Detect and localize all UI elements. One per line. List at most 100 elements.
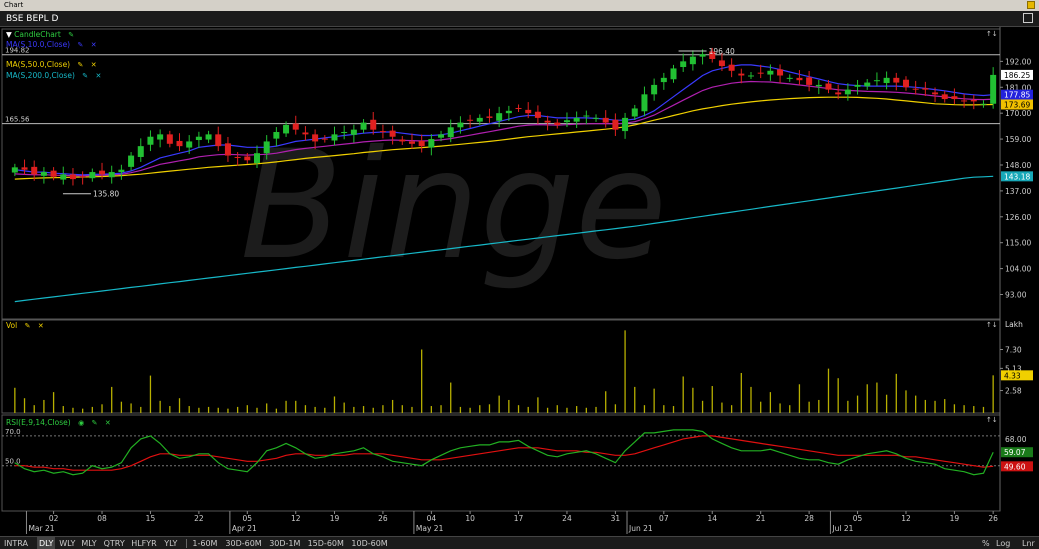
candle-body [467,119,474,121]
candle-body [844,89,851,95]
rsi-badge-label: 59.07 [1004,448,1026,457]
legend-ma200[interactable]: MA(S,200.0,Close) ✎ ✕ [6,71,101,81]
candle-body [651,84,658,95]
candle-body [224,143,231,156]
candle-body [195,136,202,141]
restore-window-icon[interactable] [1023,13,1033,23]
month-label: May 21 [416,524,444,533]
x-tick-label: 05 [853,514,863,523]
low-marker-label: 135.80 [93,190,119,199]
close-icon[interactable]: ✕ [105,418,111,428]
intraday-30d-1m[interactable]: 30D-1M [269,537,300,549]
y-tick-label: 104.00 [1005,265,1031,274]
edit-pencil-icon[interactable]: ✎ [82,71,88,81]
scale-log[interactable]: Log [996,537,1010,549]
x-tick-label: 04 [427,514,437,523]
legend-label: CandleChart [14,30,61,39]
candle-body [379,131,386,133]
price-badge-label: 186.25 [1004,71,1030,80]
close-icon[interactable]: ✕ [38,321,44,331]
candle-body [689,56,696,65]
candle-body [389,130,396,137]
close-icon[interactable]: ✕ [91,60,97,70]
x-tick-label: 10 [465,514,475,523]
timeframe-wly[interactable]: WLY [59,537,75,549]
x-tick-label: 17 [514,514,524,523]
x-tick-label: 19 [950,514,960,523]
candle-body [147,136,154,145]
candle-body [622,117,629,132]
y-tick-label: 7.30 [1005,345,1022,354]
candle-body [922,88,929,90]
legend-candlechart[interactable]: ▼ CandleChart ✎ [6,30,74,40]
chart-canvas[interactable]: Binge194.82165.56192.00181.00170.00159.0… [0,27,1039,536]
month-label: Mar 21 [28,524,54,533]
candle-body [515,107,522,109]
candle-body [660,77,667,83]
legend-volume[interactable]: Vol ✎ ✕ [6,321,44,331]
candle-body [283,124,290,134]
timeframe-yly[interactable]: YLY [164,537,177,549]
timeframe-bar: INTRA DLY WLY MLY QTRY HLFYR YLY 1-60M 30D-60M 30… [0,536,1039,549]
candle-body [447,127,454,138]
y-tick-label: 192.00 [1005,57,1031,66]
symbol-bar: BSE BEPL D [0,11,1039,27]
panel-resize-icon: ↑↓ [986,416,998,424]
x-tick-label: 07 [659,514,669,523]
edit-pencil-icon[interactable]: ✎ [92,418,98,428]
edit-pencil-icon[interactable]: ✎ [25,321,31,331]
candle-body [408,141,415,144]
legend-label: RSI(E,9,14,Close) [6,418,71,427]
candle-body [137,146,144,157]
scale-lnr[interactable]: Lnr [1022,537,1035,549]
edit-pencil-icon[interactable]: ✎ [78,40,84,50]
timeframe-qtry[interactable]: QTRY [104,537,125,549]
legend-label: MA(S,50.0,Close) [6,60,71,69]
candle-body [341,132,348,134]
timeframe-intra[interactable]: INTRA [4,537,28,549]
candle-body [680,61,687,68]
candle-body [108,172,115,178]
legend-ma10[interactable]: MA(S,10.0,Close) ✎ ✕ [6,40,97,50]
x-tick-label: 08 [97,514,107,523]
close-icon[interactable]: ✕ [96,71,102,81]
candle-body [854,84,861,87]
y-tick-label: 93.00 [1005,291,1027,300]
eye-icon[interactable]: ◉ [78,418,84,428]
candle-body [941,94,948,100]
candle-body [79,176,86,178]
price-badge-label: 143.18 [1004,172,1030,181]
candle-body [583,115,590,117]
candle-body [806,77,813,85]
legend-label: Vol [6,321,18,330]
close-icon[interactable]: ✕ [91,40,97,50]
collapse-arrow-icon[interactable]: ▼ [6,30,12,39]
candle-body [292,123,299,130]
candle-body [699,54,706,57]
candle-body [418,140,425,147]
legend-rsi[interactable]: RSI(E,9,14,Close) ◉ ✎ ✕ [6,418,111,428]
edit-pencil-icon[interactable]: ✎ [78,60,84,70]
intraday-15d-60m[interactable]: 15D-60M [308,537,344,549]
timeframe-hlfyr[interactable]: HLFYR [131,537,157,549]
timeframe-mly[interactable]: MLY [81,537,96,549]
legend-ma50[interactable]: MA(S,50.0,Close) ✎ ✕ [6,60,97,70]
scale-percent[interactable]: % [982,537,990,549]
legend-label: MA(S,10.0,Close) [6,40,71,49]
intraday-1-60m[interactable]: 1-60M [192,537,217,549]
price-badge-label: 177.85 [1004,91,1030,100]
y-tick-label: 137.00 [1005,187,1031,196]
edit-pencil-icon[interactable]: ✎ [68,30,74,40]
candle-body [263,141,270,154]
price-badge-label: 173.69 [1004,100,1030,109]
candle-body [69,174,76,180]
panel-resize-icon: ↑↓ [986,30,998,38]
timeframe-dly[interactable]: DLY [37,537,56,549]
pin-icon[interactable] [1027,1,1035,9]
toolbar-separator [186,539,188,548]
candle-body [50,170,57,177]
candle-body [21,167,28,170]
intraday-30d-60m[interactable]: 30D-60M [225,537,261,549]
x-tick-label: 15 [146,514,156,523]
intraday-10d-60m[interactable]: 10D-60M [351,537,387,549]
